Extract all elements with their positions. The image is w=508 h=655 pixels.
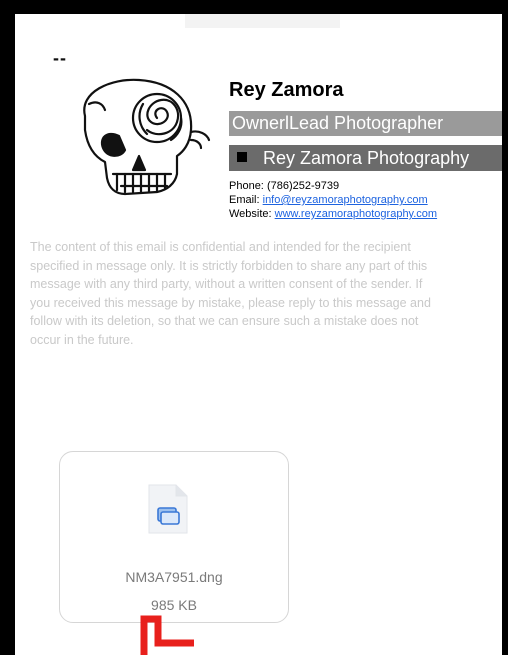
square-bullet-icon [237,152,247,163]
phone-label: Phone: [229,180,264,192]
signature-role-bar: OwnerlLead Photographer [229,111,502,136]
attachment-file-name: NM3A7951.dng [125,569,223,585]
attachment-card[interactable]: NM3A7951.dng 985 KB [59,451,289,623]
skull-logo [83,78,211,196]
website-line: Website: www.reyzamoraphotography.com [229,208,437,220]
studio-name: Rey Zamora Photography [263,148,470,168]
signature-name: Rey Zamora [229,79,344,101]
image-file-icon [148,484,188,534]
signature-studio-bar: Rey Zamora Photography [229,145,502,171]
disclaimer-line: occur in the future. [30,332,134,347]
email-body: -- Rey Zamora OwnerlLead Photographer Re… [15,14,502,655]
phone-number: (786)252-9739 [266,180,340,192]
red-annotation-arrow [140,615,194,655]
disclaimer-line: The content of this email is confidentia… [30,240,411,254]
header-strip [185,14,340,28]
email-label: Email: [229,194,260,206]
email-link[interactable]: info@reyzamoraphotography.com [263,194,428,206]
disclaimer-line: follow with its deletion, so that we can… [30,314,419,328]
signature-divider: -- [53,48,67,68]
confidentiality-disclaimer: The content of this email is confidentia… [30,238,502,349]
phone-line: Phone: (786)252-9739 [229,180,339,192]
disclaimer-line: message with any third party, without a … [30,277,423,291]
website-link[interactable]: www.reyzamoraphotography.com [275,208,437,220]
website-label: Website: [229,208,272,220]
email-line: Email: info@reyzamoraphotography.com [229,194,428,206]
disclaimer-line: specified in message only. It is strictl… [30,258,428,273]
disclaimer-line: you received this message by mistake, pl… [30,295,431,310]
